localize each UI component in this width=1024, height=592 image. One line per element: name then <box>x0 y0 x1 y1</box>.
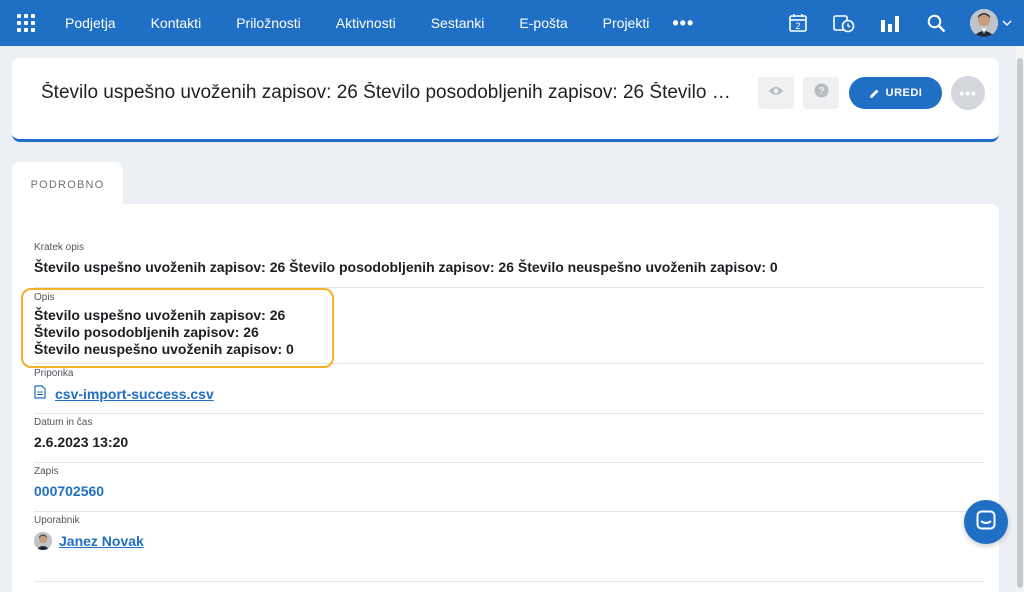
page-title: Število uspešno uvoženih zapisov: 26 Šte… <box>41 82 741 103</box>
divider <box>34 581 984 582</box>
details-panel: Kratek opis Število uspešno uvoženih zap… <box>12 204 999 592</box>
description-highlight <box>21 288 334 368</box>
nav-item-email[interactable]: E-pošta <box>519 15 567 31</box>
nav-item-activities[interactable]: Aktivnosti <box>336 15 396 31</box>
calendar-icon[interactable]: 2 <box>786 11 810 35</box>
main-menu: Podjetja Kontakti Priložnosti Aktivnosti… <box>65 0 694 46</box>
help-button[interactable]: ? <box>803 77 839 109</box>
field-value: 2.6.2023 13:20 <box>34 434 129 450</box>
user-row: Janez Novak <box>34 532 984 550</box>
user-menu[interactable] <box>970 9 1012 37</box>
help-icon: ? <box>814 83 829 103</box>
eye-icon <box>768 84 784 102</box>
field-short-description: Kratek opis Število uspešno uvoženih zap… <box>34 242 984 288</box>
field-value: Število uspešno uvoženih zapisov: 26 Šte… <box>34 259 778 275</box>
divider <box>34 462 984 463</box>
avatar <box>970 9 998 37</box>
field-datetime: Datum in čas 2.6.2023 13:20 <box>34 417 984 463</box>
nav-item-companies[interactable]: Podjetja <box>65 15 116 31</box>
svg-text:?: ? <box>818 86 824 97</box>
scrollbar-thumb[interactable] <box>1017 58 1023 588</box>
edit-button[interactable]: UREDI <box>849 77 942 109</box>
apps-grid-icon[interactable] <box>0 0 52 46</box>
top-navigation: Podjetja Kontakti Priložnosti Aktivnosti… <box>0 0 1024 46</box>
record-header: Število uspešno uvoženih zapisov: 26 Šte… <box>12 58 999 142</box>
field-label: Priponka <box>34 368 74 379</box>
search-icon[interactable] <box>924 11 948 35</box>
divider <box>34 511 984 512</box>
field-label: Datum in čas <box>34 417 93 428</box>
reports-icon[interactable] <box>878 11 902 35</box>
edit-button-label: UREDI <box>885 87 923 99</box>
file-icon <box>34 385 46 402</box>
more-actions-button[interactable]: ••• <box>951 76 985 110</box>
field-label: Zapis <box>34 466 59 477</box>
field-label: Kratek opis <box>34 242 85 253</box>
record-link[interactable]: 000702560 <box>34 483 984 499</box>
calendar-clock-icon[interactable] <box>832 11 856 35</box>
follow-button[interactable] <box>758 77 794 109</box>
field-record: Zapis 000702560 <box>34 466 984 512</box>
attachment-link[interactable]: csv-import-success.csv <box>55 386 214 402</box>
field-label: Uporabnik <box>34 515 80 526</box>
nav-item-contacts[interactable]: Kontakti <box>151 15 202 31</box>
attachment-row: csv-import-success.csv <box>34 385 984 402</box>
field-user: Uporabnik Janez Novak <box>34 515 984 582</box>
nav-more-button[interactable]: ••• <box>672 13 694 34</box>
chevron-down-icon <box>1002 18 1012 29</box>
divider <box>34 413 984 414</box>
chat-icon <box>976 510 996 535</box>
pencil-icon <box>869 89 879 98</box>
nav-item-opportunities[interactable]: Priložnosti <box>236 15 301 31</box>
user-link[interactable]: Janez Novak <box>59 533 144 549</box>
page-scrollbar[interactable] <box>1016 46 1024 592</box>
user-avatar <box>34 532 52 550</box>
tab-details[interactable]: PODROBNO <box>12 162 123 208</box>
nav-item-projects[interactable]: Projekti <box>603 15 650 31</box>
field-attachment: Priponka csv-import-success.csv <box>34 363 984 414</box>
nav-item-meetings[interactable]: Sestanki <box>431 15 485 31</box>
calendar-day: 2 <box>795 21 800 31</box>
chat-button[interactable] <box>964 500 1008 544</box>
